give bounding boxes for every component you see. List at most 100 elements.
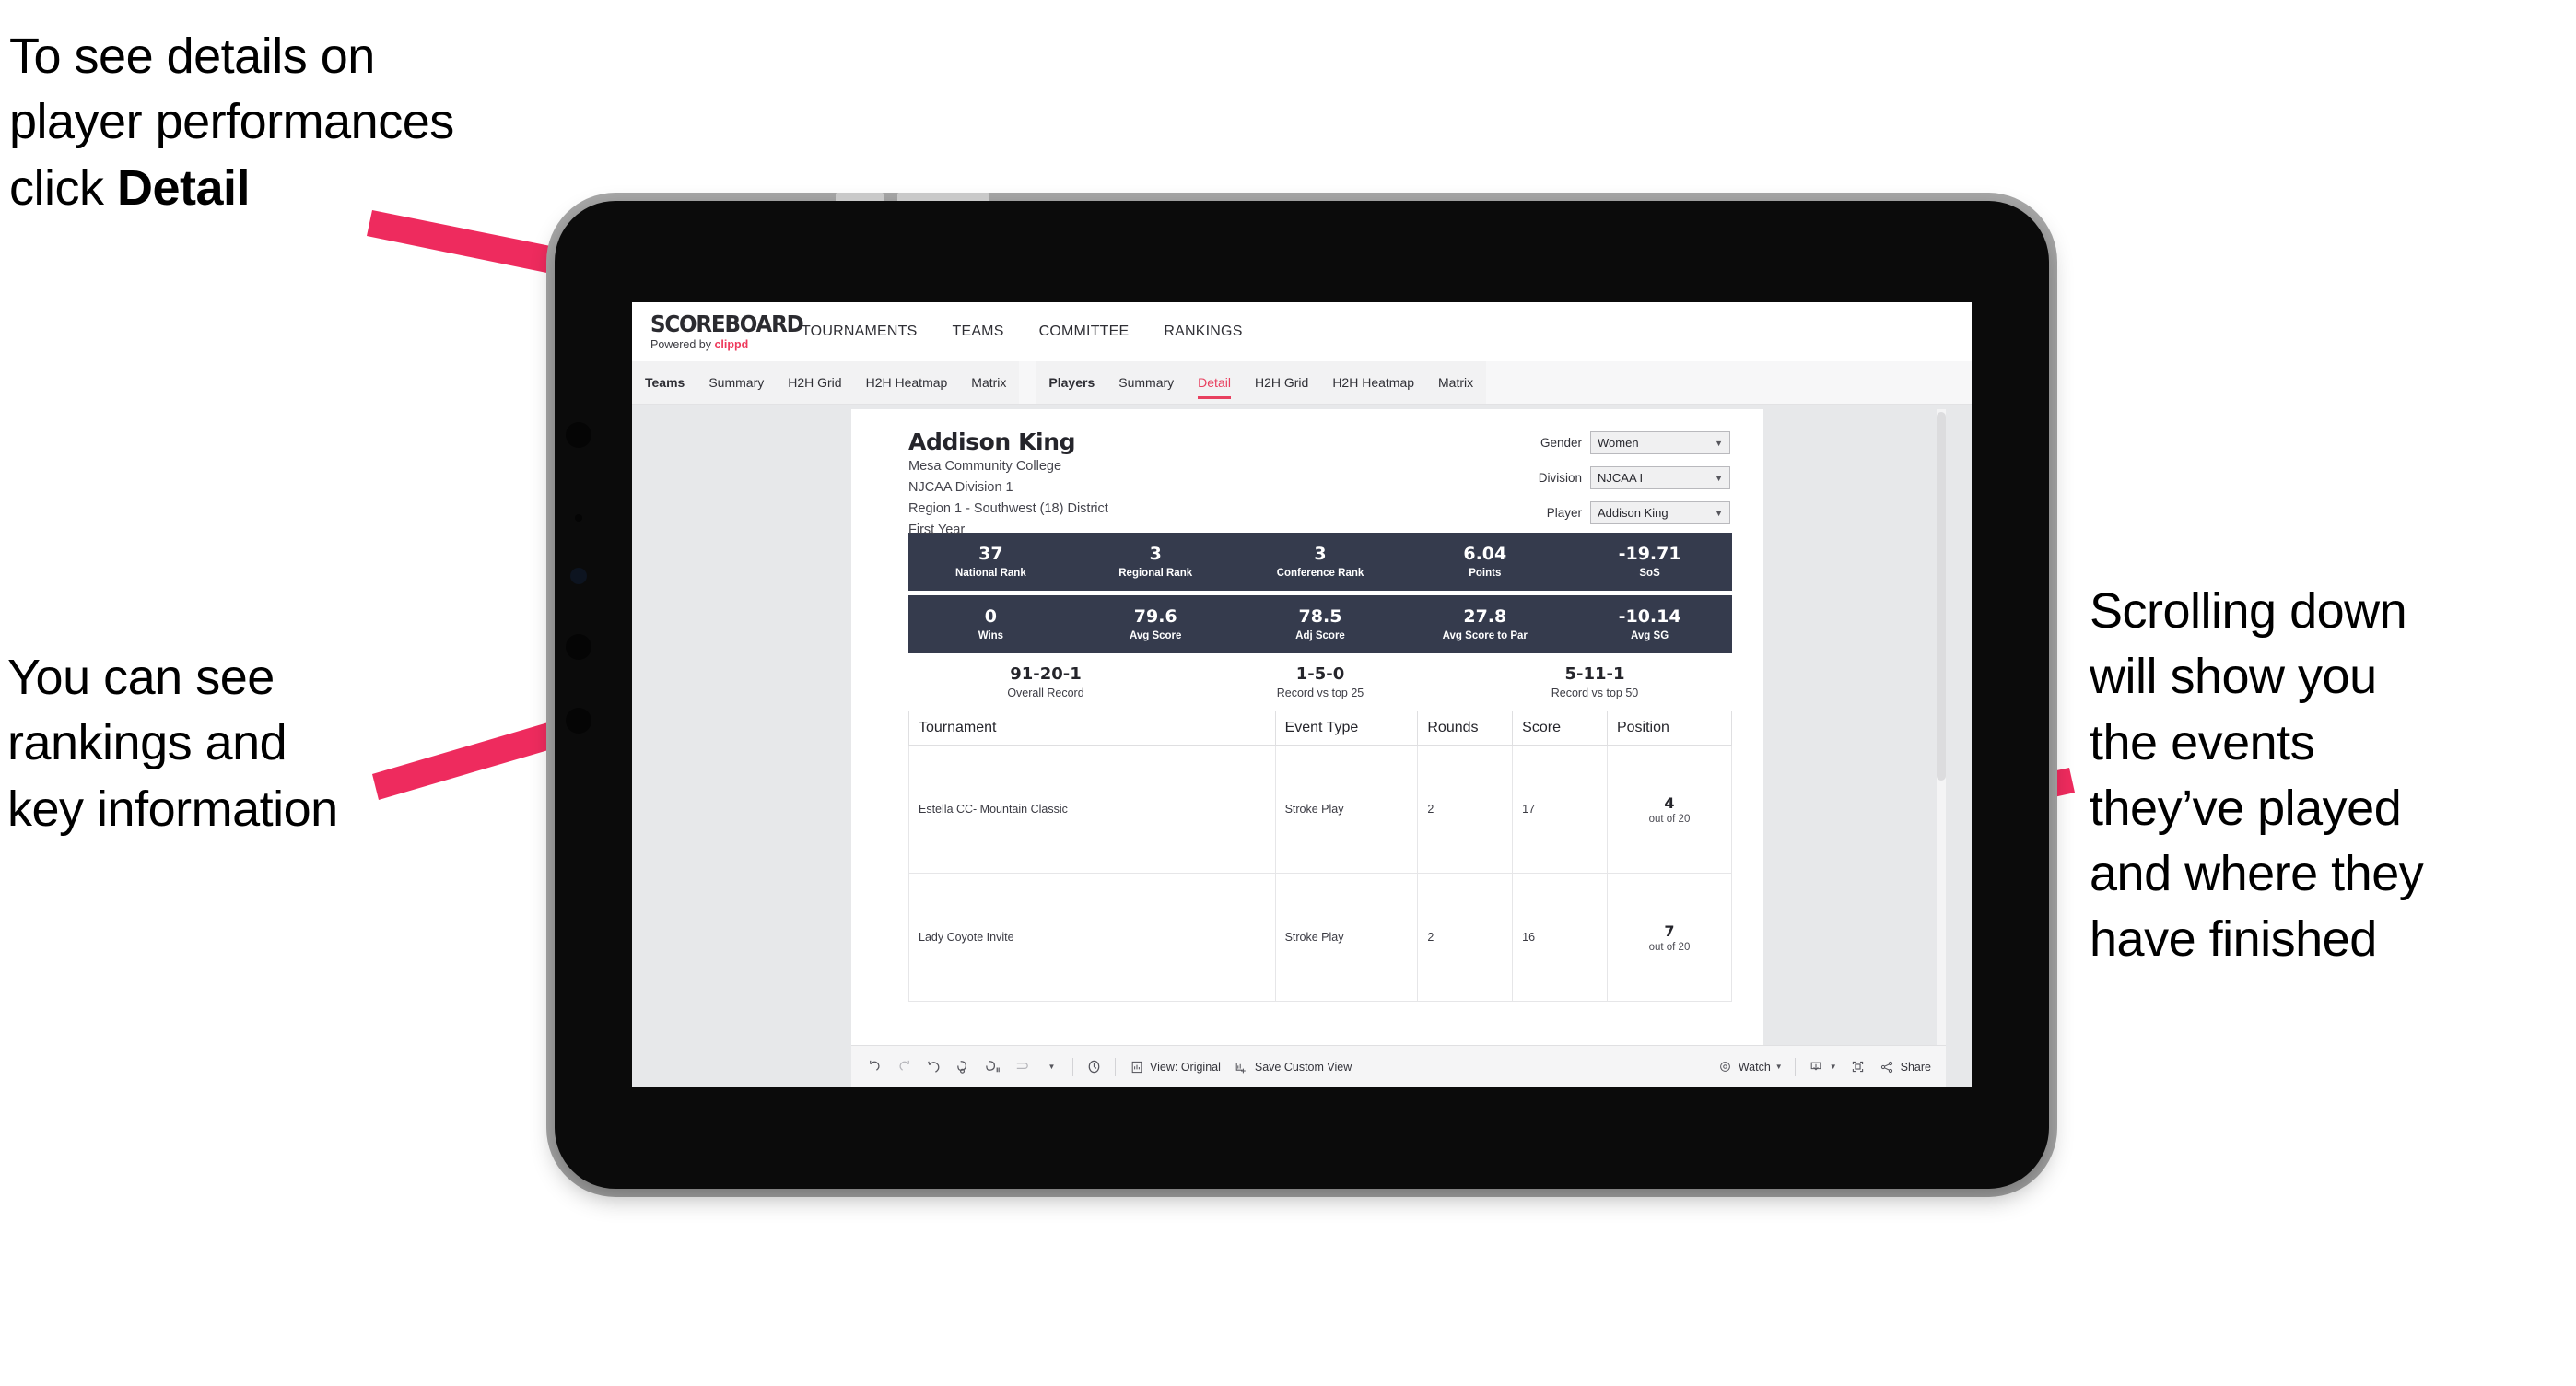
- stat-regional-rank-value: 3: [1149, 544, 1162, 565]
- fullscreen-icon[interactable]: [1849, 1058, 1867, 1075]
- tab-teams-matrix[interactable]: Matrix: [971, 361, 1006, 404]
- stat-adj-score-label: Adj Score: [1295, 629, 1345, 641]
- dashboard-canvas: Addison King Mesa Community College NJCA…: [632, 405, 1972, 1087]
- tournaments-table: Tournament Event Type Rounds Score Posit…: [908, 711, 1733, 1002]
- filter-gender-select[interactable]: Women ▼: [1590, 431, 1730, 454]
- secondary-tab-bar: Teams Summary H2H Grid H2H Heatmap Matri…: [632, 361, 1972, 405]
- tablet-camera: [570, 568, 587, 584]
- stat-adj-score: 78.5 Adj Score: [1238, 606, 1403, 641]
- pause-auto-updates-icon[interactable]: [1013, 1058, 1031, 1075]
- stat-sos-value: -19.71: [1618, 544, 1681, 565]
- tablet-side-dot-3: [566, 634, 591, 660]
- revert-icon[interactable]: [925, 1058, 943, 1075]
- watch-button[interactable]: Watch ▼: [1716, 1058, 1783, 1075]
- view-original-button[interactable]: View: Original: [1128, 1058, 1221, 1075]
- vertical-scrollbar-thumb[interactable]: [1937, 412, 1946, 781]
- logo-powered-label: Powered by: [650, 338, 715, 352]
- download-icon: [1808, 1058, 1825, 1075]
- filter-player-select[interactable]: Addison King ▼: [1590, 501, 1730, 524]
- redo-icon[interactable]: [896, 1058, 913, 1075]
- chevron-down-icon[interactable]: ▼: [1043, 1058, 1060, 1075]
- filter-player-label: Player: [1546, 506, 1582, 520]
- tab-players-summary[interactable]: Summary: [1118, 361, 1174, 404]
- cell-position-outof: out of 20: [1648, 941, 1691, 953]
- logo-title: SCOREBOARD: [650, 311, 804, 338]
- cell-event-type: Stroke Play: [1274, 745, 1419, 874]
- cell-event-type: Stroke Play: [1274, 873, 1419, 1002]
- save-custom-view-button[interactable]: Save Custom View: [1233, 1058, 1352, 1075]
- chevron-down-icon: ▼: [1774, 1063, 1783, 1071]
- pause-refresh-icon[interactable]: [984, 1058, 1001, 1075]
- filter-gender-label: Gender: [1540, 436, 1582, 450]
- tab-group-players: Players Summary Detail H2H Grid H2H Heat…: [1036, 361, 1487, 404]
- toolbar-divider: [1794, 1057, 1796, 1076]
- tab-players-matrix[interactable]: Matrix: [1438, 361, 1473, 404]
- filter-player: Player Addison King ▼: [1518, 501, 1730, 524]
- tablet-side-dot-1: [566, 422, 591, 448]
- view-icon: [1128, 1058, 1145, 1075]
- col-header-rounds[interactable]: Rounds: [1417, 711, 1514, 746]
- filter-division-select[interactable]: NJCAA I ▼: [1590, 466, 1730, 489]
- tab-teams-summary[interactable]: Summary: [708, 361, 764, 404]
- tab-teams-h2h-grid[interactable]: H2H Grid: [788, 361, 841, 404]
- nav-item-tournaments[interactable]: TOURNAMENTS: [802, 323, 917, 340]
- nav-item-committee[interactable]: COMMITTEE: [1039, 323, 1130, 340]
- cell-position: 4 out of 20: [1606, 745, 1733, 874]
- record-vs-top-50-label: Record vs top 50: [1551, 687, 1639, 700]
- table-row[interactable]: Estella CC- Mountain Classic Stroke Play…: [908, 745, 1733, 874]
- cell-score: 17: [1512, 745, 1608, 874]
- view-original-label: View: Original: [1150, 1060, 1221, 1074]
- stat-avg-score-value: 79.6: [1133, 606, 1177, 628]
- tab-players-h2h-grid[interactable]: H2H Grid: [1255, 361, 1308, 404]
- filter-panel: Gender Women ▼ Division NJCAA I ▼ Player…: [1518, 431, 1730, 536]
- tab-group-teams: Teams Summary H2H Grid H2H Heatmap Matri…: [632, 361, 1020, 404]
- filter-gender-value: Women: [1598, 436, 1639, 450]
- download-button[interactable]: ▼: [1808, 1058, 1837, 1075]
- stat-points: 6.04 Points: [1402, 544, 1567, 579]
- table-row[interactable]: Lady Coyote Invite Stroke Play 2 16 7 ou…: [908, 873, 1733, 1002]
- tab-players-h2h-heatmap[interactable]: H2H Heatmap: [1332, 361, 1414, 404]
- cell-position-outof: out of 20: [1648, 813, 1691, 825]
- cell-rounds: 2: [1417, 873, 1514, 1002]
- cell-position-value: 4: [1664, 793, 1675, 812]
- app-logo[interactable]: SCOREBOARD Powered by clippd: [650, 311, 804, 352]
- stat-avg-sg-value: -10.14: [1618, 606, 1681, 628]
- share-button[interactable]: Share: [1879, 1058, 1931, 1075]
- col-header-position[interactable]: Position: [1606, 711, 1733, 746]
- stat-national-rank-value: 37: [978, 544, 1003, 565]
- undo-icon[interactable]: [866, 1058, 884, 1075]
- record-overall-label: Overall Record: [1007, 687, 1084, 700]
- col-header-tournament[interactable]: Tournament: [908, 711, 1276, 746]
- record-vs-top-25: 1-5-0 Record vs top 25: [1183, 664, 1458, 700]
- tab-players-detail[interactable]: Detail: [1198, 361, 1231, 404]
- refresh-data-icon[interactable]: [954, 1058, 972, 1075]
- stat-points-label: Points: [1469, 567, 1502, 579]
- callout-scrolling: Scrolling down will show you the events …: [2090, 583, 2424, 968]
- pause-clock-icon[interactable]: [1085, 1058, 1103, 1075]
- stat-regional-rank: 3 Regional Rank: [1073, 544, 1238, 579]
- tab-group-label-players: Players: [1048, 375, 1095, 390]
- callout-rankings: You can see rankings and key information: [7, 650, 338, 837]
- col-header-score[interactable]: Score: [1512, 711, 1608, 746]
- table-header-row: Tournament Event Type Rounds Score Posit…: [908, 711, 1733, 746]
- stats-bar-scoring: 0 Wins 79.6 Avg Score 78.5 Adj Score 27.…: [908, 595, 1732, 653]
- callout-detail: To see details on player performances clic…: [9, 24, 608, 221]
- callout-detail-line1: To see details on: [9, 29, 375, 84]
- nav-item-teams[interactable]: TEAMS: [952, 323, 1003, 340]
- workbook-toolbar: ▼ View: Original Save Custom View Watch …: [851, 1045, 1946, 1087]
- save-custom-view-label: Save Custom View: [1254, 1060, 1352, 1074]
- stat-sos: -19.71 SoS: [1567, 544, 1732, 579]
- chevron-down-icon: ▼: [1715, 473, 1723, 483]
- stats-bar-rankings: 37 National Rank 3 Regional Rank 3 Confe…: [908, 533, 1732, 591]
- tab-group-label-teams: Teams: [645, 375, 685, 390]
- tablet-button-top-right: [897, 193, 989, 201]
- dashboard-sheet: Addison King Mesa Community College NJCA…: [851, 409, 1763, 1045]
- col-header-event-type[interactable]: Event Type: [1274, 711, 1419, 746]
- tab-teams-h2h-heatmap[interactable]: H2H Heatmap: [866, 361, 948, 404]
- record-vs-top-25-label: Record vs top 25: [1276, 687, 1364, 700]
- stat-wins: 0 Wins: [908, 606, 1073, 641]
- primary-navigation: TOURNAMENTS TEAMS COMMITTEE RANKINGS: [802, 323, 1243, 340]
- cell-tournament: Lady Coyote Invite: [908, 873, 1276, 1002]
- tablet-screen: SCOREBOARD Powered by clippd TOURNAMENTS…: [632, 302, 1972, 1087]
- nav-item-rankings[interactable]: RANKINGS: [1164, 323, 1242, 340]
